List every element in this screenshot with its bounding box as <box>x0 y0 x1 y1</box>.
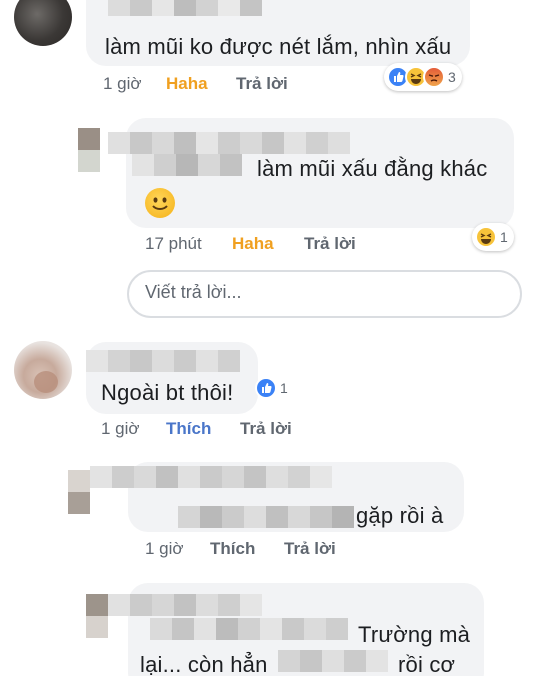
reply-link[interactable]: Trả lời <box>304 234 356 254</box>
reply-link[interactable]: Trả lời <box>240 419 292 439</box>
comment-time[interactable]: 1 giờ <box>145 539 184 559</box>
blurred-name <box>108 132 350 154</box>
comment-text-line1: Trường mà <box>358 622 471 647</box>
comment-text: gặp rồi à <box>356 503 444 528</box>
like-icon <box>255 377 277 399</box>
comment-actions: 1 giờ Thích Trả lời <box>101 419 401 441</box>
comment-time[interactable]: 1 giờ <box>101 419 140 439</box>
comment-text-line2-start: lại... còn hẳn <box>140 652 268 676</box>
comment-text-line2-end: rồi cơ <box>398 652 456 676</box>
blurred-name <box>86 350 240 372</box>
reaction-count: 3 <box>448 69 456 85</box>
like-link[interactable]: Thích <box>210 539 255 559</box>
comment-actions: 1 giờ Haha Trả lời <box>103 74 403 96</box>
reaction-count: 1 <box>500 229 508 245</box>
blurred-text <box>178 506 354 528</box>
blurred-name <box>108 0 262 16</box>
reply-input-placeholder: Viết trả lời... <box>145 282 242 302</box>
blurred-avatar <box>86 594 108 638</box>
reply-link[interactable]: Trả lời <box>284 539 336 559</box>
blurred-name <box>90 466 332 488</box>
blurred-name <box>108 594 262 616</box>
comment-actions: 1 giờ Thích Trả lời <box>145 539 445 561</box>
reaction-summary[interactable]: 1 <box>252 374 294 402</box>
blurred-text <box>132 154 242 176</box>
like-link[interactable]: Thích <box>166 419 211 439</box>
blurred-text <box>150 618 348 640</box>
avatar[interactable] <box>14 341 72 399</box>
reaction-haha-link[interactable]: Haha <box>232 234 274 254</box>
blurred-avatar <box>68 470 90 514</box>
reaction-summary[interactable]: 3 <box>384 63 462 91</box>
blurred-avatar <box>78 128 100 172</box>
reaction-haha-link[interactable]: Haha <box>166 74 208 94</box>
comment-time[interactable]: 17 phút <box>145 234 202 254</box>
comment-time[interactable]: 1 giờ <box>103 74 142 94</box>
reaction-summary[interactable]: 1 <box>472 223 514 251</box>
reply-link[interactable]: Trả lời <box>236 74 288 94</box>
reaction-count: 1 <box>280 380 288 396</box>
comment-actions: 17 phút Haha Trả lời <box>145 234 445 256</box>
comment-text: làm mũi xấu đằng khác <box>257 156 488 181</box>
smile-emoji <box>145 188 175 218</box>
avatar[interactable] <box>14 0 72 46</box>
reply-input[interactable]: Viết trả lời... <box>127 270 522 318</box>
angry-icon <box>423 66 445 88</box>
comment-text: làm mũi ko được nét lắm, nhìn xấu <box>105 34 452 59</box>
haha-icon <box>475 226 497 248</box>
blurred-text <box>278 650 388 672</box>
comment-text: Ngoài bt thôi! <box>101 380 234 405</box>
